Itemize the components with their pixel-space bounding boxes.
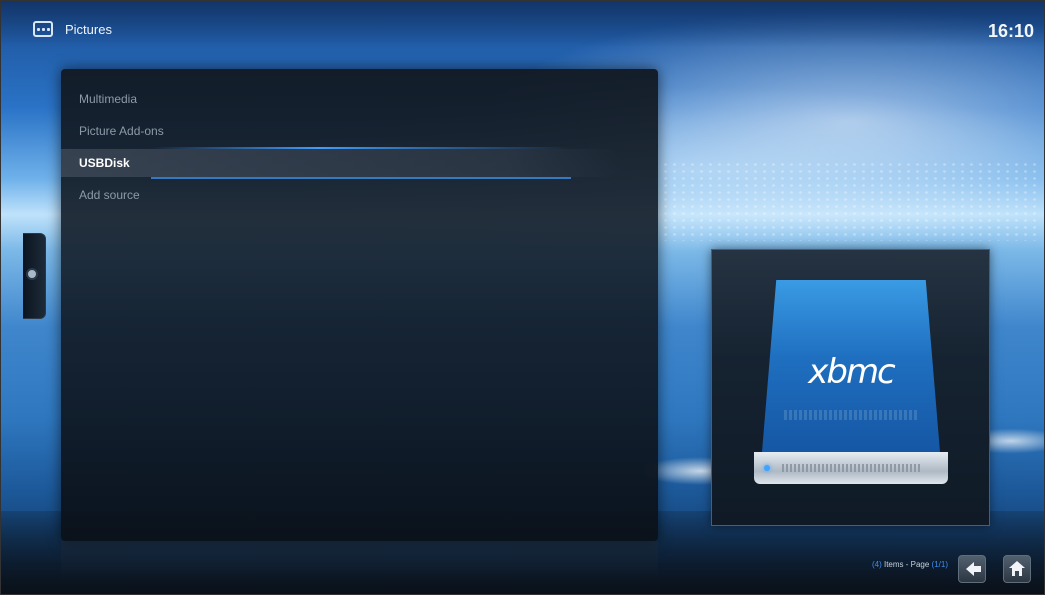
back-arrow-icon (966, 562, 981, 576)
page-number: (1/1) (931, 560, 948, 569)
drive-base (754, 452, 948, 484)
sources-list: Multimedia Picture Add-ons USBDisk Add s… (61, 83, 658, 211)
list-item-multimedia[interactable]: Multimedia (61, 83, 658, 115)
home-icon (1009, 561, 1025, 577)
list-item-label: Add source (79, 188, 140, 202)
preview-thumbnail: xbmc (711, 249, 990, 526)
list-item-label: Picture Add-ons (79, 124, 164, 138)
items-page-label: Items - Page (881, 560, 932, 569)
background-cloud-dots (661, 161, 1041, 241)
item-count: (4) (871, 560, 882, 569)
list-item-add-source[interactable]: Add source (61, 179, 658, 211)
list-item-usbdisk[interactable]: USBDisk (61, 147, 658, 179)
sources-panel: Multimedia Picture Add-ons USBDisk Add s… (61, 69, 658, 541)
home-button[interactable] (1003, 555, 1031, 583)
list-item-picture-addons[interactable]: Picture Add-ons (61, 115, 658, 147)
xbmc-logo: xbmc (808, 352, 896, 392)
xbmc-window: Pictures 16:10 Multimedia Picture Add-on… (0, 0, 1045, 595)
side-options-tab[interactable] (23, 233, 46, 319)
drive-led (764, 465, 770, 471)
page-title: Pictures (65, 22, 112, 37)
pictures-icon (33, 21, 53, 37)
list-item-label: USBDisk (79, 156, 130, 170)
drive-fine-print (784, 410, 918, 420)
item-count-status: (4) Items - Page (1/1) (872, 560, 948, 569)
options-icon (26, 268, 38, 280)
header-bar (1, 1, 1044, 47)
panel-reflection (61, 541, 658, 581)
back-button[interactable] (958, 555, 986, 583)
list-item-label: Multimedia (79, 92, 138, 106)
usb-drive-icon: xbmc (754, 280, 948, 495)
clock: 16:10 (987, 21, 1034, 41)
